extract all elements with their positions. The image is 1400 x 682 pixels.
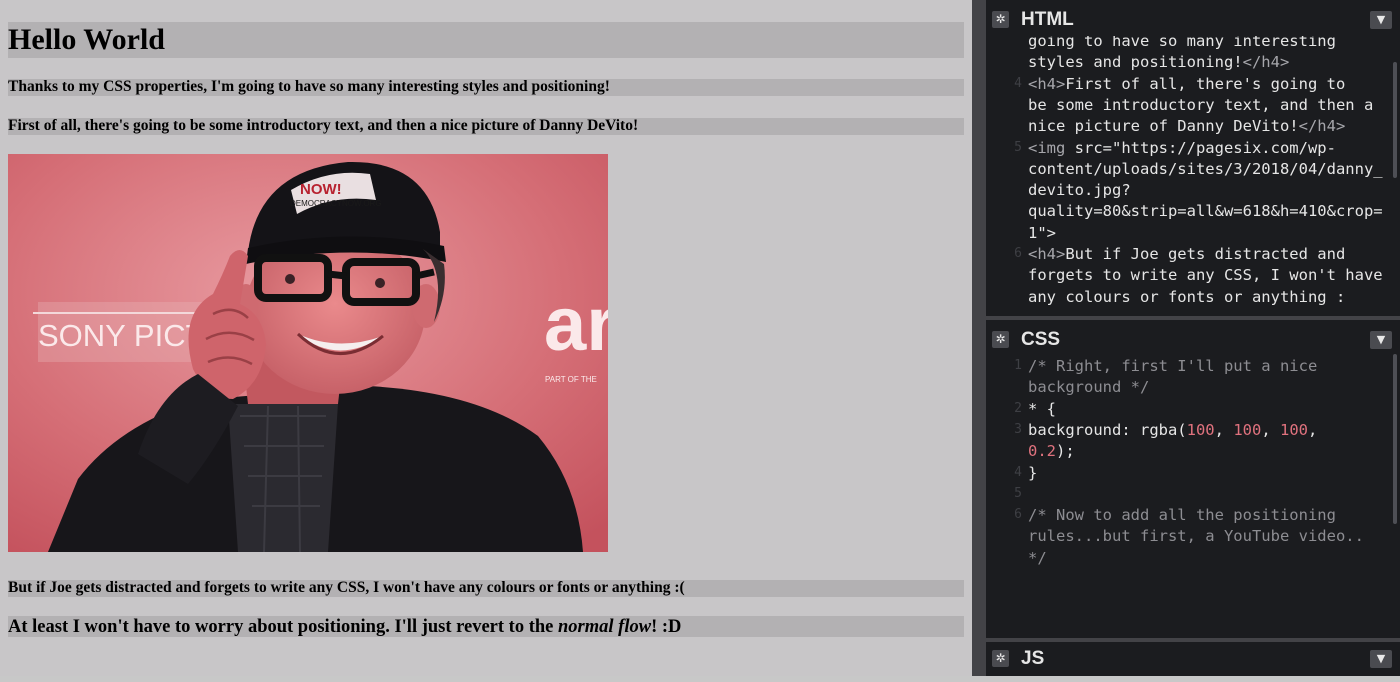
code-line: 0.2); [1028,442,1075,461]
intro-text: Thanks to my CSS properties, I'm going t… [8,78,610,95]
line-number: 3 [1014,421,1022,437]
js-editor-pane: ✲ JS ▼ [986,642,1400,676]
danny-devito-photo: SONY PICT ar PART OF THE NOW! DEMOCRACYN… [8,154,608,552]
positioning-text-end: ! :D [651,617,682,637]
distracted-text: But if Joe gets distracted and forgets t… [8,579,685,596]
css-editor-pane: ✲ CSS ▼ 1 /* Right, first I'll put a nice… [986,320,1400,638]
sony-sign-text: SONY PICT [38,318,205,353]
css-scrollbar[interactable] [1393,354,1397,524]
code-line: content/uploads/sites/3/2018/04/danny_ [1028,159,1383,178]
line-number: 1 [1014,358,1022,373]
code-line: <h4>But if Joe gets distracted and [1028,245,1346,263]
chevron-down-icon[interactable]: ▼ [1370,650,1392,668]
line-number: 4 [1014,464,1022,480]
cap-badge-text: DEMOCRACYNOW.ORG [290,199,382,208]
backdrop-letters: ar [544,282,608,367]
html-pane-title: HTML [1021,9,1074,30]
code-line: * { [1028,399,1056,418]
line-number: 5 [1014,139,1022,155]
chevron-down-icon[interactable]: ▼ [1370,11,1392,29]
backdrop-small-text: PART OF THE [545,375,597,384]
code-line: */ [1028,548,1047,567]
code-line: /* Right, first I'll put a nice [1028,357,1318,375]
positioning-text: At least I won't have to worry about pos… [8,616,681,638]
html-pane-header: ✲ HTML ▼ [986,0,1400,40]
code-editor-panel: ✲ HTML ▼ going to have so many interesti… [972,0,1400,676]
js-pane-title: JS [1021,648,1045,669]
result-preview: Hello World Thanks to my CSS properties,… [0,0,972,676]
code-line: nice picture of Danny DeVito!</h4> [1028,117,1346,136]
line-number: 2 [1014,400,1022,416]
code-line: going to have so many interesting [1028,36,1336,50]
gear-icon[interactable]: ✲ [992,331,1009,348]
code-line: rules...but first, a YouTube video.. [1028,527,1364,546]
code-line: /* Now to add all the positioning [1028,506,1336,525]
line-number: 4 [1014,75,1022,91]
js-pane-header: ✲ JS ▼ [986,642,1400,682]
line-number: 6 [1014,246,1022,261]
code-line: be some introductory text, and then a [1028,95,1374,114]
code-line: background: rgba(100, 100, 100, [1028,420,1318,439]
page-title: Hello World [8,23,165,56]
chevron-down-icon[interactable]: ▼ [1370,331,1392,349]
code-line: background */ [1028,378,1150,397]
code-line: <h4>First of all, there's going to [1028,74,1346,93]
line-number: 6 [1014,507,1022,523]
positioning-text-start: At least I won't have to worry about pos… [8,617,559,637]
css-pane-header: ✲ CSS ▼ [986,320,1400,360]
html-editor-pane: ✲ HTML ▼ going to have so many interesti… [986,0,1400,316]
css-code-area[interactable]: 1 /* Right, first I'll put a nice backgrou… [986,356,1400,638]
css-pane-title: CSS [1021,329,1061,350]
code-line: 1"> [1028,223,1056,242]
code-line: } [1028,463,1038,482]
code-line: <img src="https://pagesix.com/wp- [1028,138,1336,157]
html-code-area[interactable]: going to have so many interesting styles … [986,36,1400,316]
code-line: devito.jpg? [1028,181,1131,200]
danny-devito-image: SONY PICT ar PART OF THE NOW! DEMOCRACYN… [8,154,608,552]
cap-logo-text: NOW! [300,181,342,198]
gear-icon[interactable]: ✲ [992,650,1009,667]
code-line: any colours or fonts or anything : [1028,287,1346,306]
code-line: styles and positioning!</h4> [1028,53,1290,72]
html-scrollbar[interactable] [1393,62,1397,178]
code-line: quality=80&strip=all&w=618&h=410&crop= [1028,202,1383,221]
first-text: First of all, there's going to be some i… [8,117,639,134]
gear-icon[interactable]: ✲ [992,11,1009,28]
normal-flow-emphasis: normal flow [558,617,652,637]
line-number: 5 [1014,485,1022,501]
code-line: forgets to write any CSS, I won't have [1028,266,1383,285]
